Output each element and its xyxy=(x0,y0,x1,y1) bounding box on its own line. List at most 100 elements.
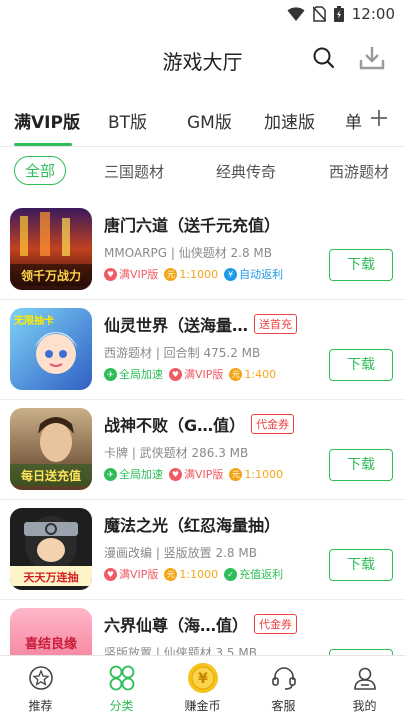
coin-icon: 元 xyxy=(164,567,178,581)
tag-speed: ✈ 全局加速 xyxy=(104,466,163,482)
game-tags: ♥ 满VIP版 元 1:1000 ¥ 自动返利 xyxy=(104,266,283,282)
tag-rebate: ¥ 自动返利 xyxy=(224,266,283,282)
tag-speed: ✈ 全局加速 xyxy=(104,366,163,382)
thumbnail-caption: 喜结良缘 xyxy=(25,636,77,652)
tab-speed[interactable]: 加速版 xyxy=(264,108,315,133)
thumbnail-caption: 天天万连抽 xyxy=(24,570,79,584)
vip-icon: ♥ xyxy=(169,367,182,381)
download-button[interactable]: 下载 xyxy=(329,449,393,481)
tag-vip: ♥ 满VIP版 xyxy=(104,266,158,282)
game-meta: 竖版放置 | 仙侠题材 3.5 MB xyxy=(104,646,257,655)
game-name: 六界仙尊（海…值） xyxy=(104,616,249,635)
game-thumbnail[interactable]: 领千万战力 xyxy=(10,208,92,290)
game-list-item[interactable]: 无限抽卡 仙灵世界（送海量… 送首充 西游题材 | 回合制 475.2 MB ✈… xyxy=(0,300,405,400)
promo-badge: 送首充 xyxy=(254,314,298,334)
status-icons: 12:00 xyxy=(287,5,395,23)
coin-icon: 元 xyxy=(164,267,178,281)
clock: 12:00 xyxy=(351,5,395,23)
promo-badge: 代金券 xyxy=(251,414,295,434)
nav-earn-coins[interactable]: ¥ 赚金币 xyxy=(162,662,243,714)
filter-all[interactable]: 全部 xyxy=(14,156,67,185)
game-title-row: 魔法之光（红忍海量抽） xyxy=(104,512,325,536)
game-list-item[interactable]: 领千万战力 唐门六道（送千元充值） MMOARPG | 仙侠题材 2.8 MB … xyxy=(0,200,405,300)
nav-category[interactable]: 分类 xyxy=(81,662,162,714)
tag-vip: ♥ 满VIP版 xyxy=(169,366,223,382)
tag-rebate: ✓ 充值返利 xyxy=(224,566,283,582)
theme-filter: 全部 三国题材 经典传奇 西游题材 xyxy=(0,155,405,195)
download-button[interactable]: 下载 xyxy=(329,349,393,381)
nav-mine[interactable]: 我的 xyxy=(324,662,405,714)
coin-icon: ¥ xyxy=(162,662,243,694)
game-title-row: 六界仙尊（海…值） 代金券 xyxy=(104,612,325,636)
battery-icon xyxy=(333,6,344,22)
game-name: 仙灵世界（送海量… xyxy=(104,316,249,335)
search-icon[interactable] xyxy=(312,46,336,74)
tag-ratio: 元 1:1000 xyxy=(164,266,218,282)
game-title-row: 仙灵世界（送海量… 送首充 xyxy=(104,312,325,336)
no-sim-icon xyxy=(312,6,326,22)
tabs-divider xyxy=(0,146,405,147)
game-thumbnail[interactable]: 无限抽卡 xyxy=(10,308,92,390)
tab-gm[interactable]: GM版 xyxy=(187,108,232,133)
headset-icon xyxy=(243,662,324,694)
game-name: 战神不败（G…值） xyxy=(104,416,246,435)
coin-icon: 元 xyxy=(229,367,243,381)
game-title-row: 战神不败（G…值） 代金券 xyxy=(104,412,325,436)
category-tabs: 满VIP版 BT版 GM版 加速版 单 xyxy=(0,100,405,146)
game-tags: ✈ 全局加速 ♥ 满VIP版 元 1:400 xyxy=(104,366,276,382)
speed-icon: ✈ xyxy=(104,367,117,381)
game-list-item[interactable]: 喜结良缘 六界仙尊（海…值） 代金券 竖版放置 | 仙侠题材 3.5 MB 下载 xyxy=(0,600,405,655)
game-name: 魔法之光（红忍海量抽） xyxy=(104,516,281,535)
star-icon xyxy=(0,662,81,694)
speed-icon: ✈ xyxy=(104,467,117,481)
vip-icon: ♥ xyxy=(104,267,117,281)
game-name: 唐门六道（送千元充值） xyxy=(104,216,281,235)
tag-vip: ♥ 满VIP版 xyxy=(104,566,158,582)
promo-badge: 代金券 xyxy=(254,614,298,634)
add-tab-icon[interactable] xyxy=(369,108,389,132)
tag-vip: ♥ 满VIP版 xyxy=(169,466,223,482)
tab-single[interactable]: 单 xyxy=(345,108,362,133)
status-bar: 12:00 xyxy=(0,0,405,30)
tag-ratio: 元 1:1000 xyxy=(229,466,283,482)
tab-bt[interactable]: BT版 xyxy=(108,108,147,133)
game-thumbnail[interactable]: 喜结良缘 xyxy=(10,608,92,655)
tab-vip[interactable]: 满VIP版 xyxy=(14,108,80,133)
download-button[interactable]: 下载 xyxy=(329,249,393,281)
download-button[interactable]: 下载 xyxy=(329,549,393,581)
tag-ratio: 元 1:1000 xyxy=(164,566,218,582)
nav-recommend[interactable]: 推荐 xyxy=(0,662,81,714)
game-thumbnail[interactable]: 天天万连抽 xyxy=(10,508,92,590)
game-tags: ♥ 满VIP版 元 1:1000 ✓ 充值返利 xyxy=(104,566,283,582)
header: 游戏大厅 xyxy=(0,30,405,88)
game-list: 领千万战力 唐门六道（送千元充值） MMOARPG | 仙侠题材 2.8 MB … xyxy=(0,200,405,655)
svg-text:¥: ¥ xyxy=(198,671,208,687)
thumbnail-caption: 领千万战力 xyxy=(21,268,81,283)
tag-ratio: 元 1:400 xyxy=(229,366,276,382)
game-meta: 西游题材 | 回合制 475.2 MB xyxy=(104,346,261,360)
game-title-row: 唐门六道（送千元充值） xyxy=(104,212,325,236)
game-list-item[interactable]: 每日送充值 战神不败（G…值） 代金券 卡牌 | 武侠题材 286.3 MB ✈… xyxy=(0,400,405,500)
page-title: 游戏大厅 xyxy=(162,50,243,74)
category-icon xyxy=(81,662,162,694)
game-tags: ✈ 全局加速 ♥ 满VIP版 元 1:1000 xyxy=(104,466,283,482)
filter-classic-legend[interactable]: 经典传奇 xyxy=(216,161,276,182)
game-thumbnail[interactable]: 每日送充值 xyxy=(10,408,92,490)
game-meta: 漫画改编 | 竖版放置 2.8 MB xyxy=(104,546,257,560)
nav-customer-service[interactable]: 客服 xyxy=(243,662,324,714)
vip-icon: ♥ xyxy=(169,467,182,481)
download-icon[interactable] xyxy=(359,45,385,75)
coin-icon: 元 xyxy=(229,467,243,481)
rebate-icon: ✓ xyxy=(224,567,238,581)
user-icon xyxy=(324,662,405,694)
game-meta: MMOARPG | 仙侠题材 2.8 MB xyxy=(104,246,272,260)
filter-journey-west[interactable]: 西游题材 xyxy=(329,161,389,182)
wifi-icon xyxy=(287,6,305,22)
thumbnail-caption: 无限抽卡 xyxy=(13,314,54,327)
game-list-item[interactable]: 天天万连抽 魔法之光（红忍海量抽） 漫画改编 | 竖版放置 2.8 MB ♥ 满V… xyxy=(0,500,405,600)
game-meta: 卡牌 | 武侠题材 286.3 MB xyxy=(104,446,249,460)
filter-three-kingdoms[interactable]: 三国题材 xyxy=(104,161,164,182)
bottom-nav: 推荐 分类 ¥ 赚金币 客服 我的 xyxy=(0,655,405,720)
rebate-icon: ¥ xyxy=(224,267,238,281)
vip-icon: ♥ xyxy=(104,567,117,581)
